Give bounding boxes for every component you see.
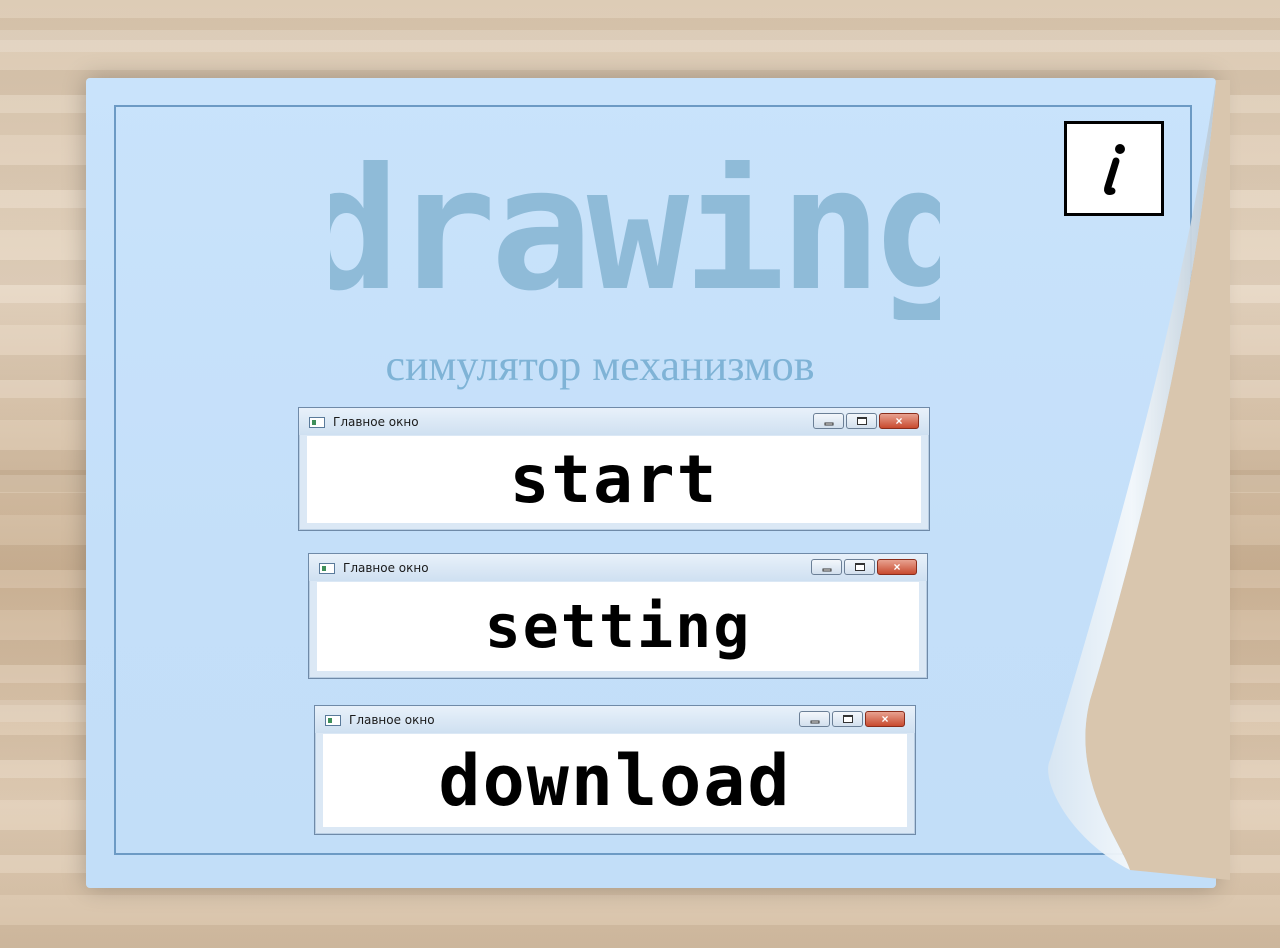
start-button[interactable]: Главное окно × start [298,407,930,531]
window-controls: × [813,413,919,429]
window-body[interactable]: download [323,734,907,827]
app-title-text: drawing [330,160,940,320]
maximize-button[interactable] [846,413,877,429]
window-app-icon [325,715,341,726]
maximize-button[interactable] [832,711,863,727]
maximize-button[interactable] [844,559,875,575]
maximize-icon [856,417,867,425]
download-button[interactable]: Главное окно × download [314,705,916,835]
minimize-icon [810,720,819,724]
setting-button[interactable]: Главное окно × setting [308,553,928,679]
maximize-icon [854,563,865,571]
window-app-icon [309,417,325,428]
window-body[interactable]: start [307,436,921,523]
close-button[interactable]: × [879,413,919,429]
download-label: download [438,739,792,822]
minimize-button[interactable] [811,559,842,575]
window-body[interactable]: setting [317,582,919,671]
window-title: Главное окно [333,415,419,429]
window-titlebar: Главное окно × [315,706,915,733]
app-title: drawing [330,160,940,320]
close-button[interactable]: × [865,711,905,727]
close-icon: × [881,712,889,726]
setting-label: setting [484,591,752,662]
minimize-icon [824,422,833,426]
start-label: start [509,441,719,518]
window-controls: × [811,559,917,575]
minimize-button[interactable] [799,711,830,727]
minimize-button[interactable] [813,413,844,429]
window-title: Главное окно [349,713,435,727]
close-icon: × [895,414,903,428]
window-app-icon [319,563,335,574]
close-button[interactable]: × [877,559,917,575]
window-title: Главное окно [343,561,429,575]
maximize-icon [842,715,853,723]
info-icon [1104,143,1125,195]
wood-streak [0,30,1280,52]
info-button[interactable] [1064,121,1164,216]
window-titlebar: Главное окно × [299,408,929,435]
minimize-icon [822,568,831,572]
window-controls: × [799,711,905,727]
window-titlebar: Главное окно × [309,554,927,581]
close-icon: × [893,560,901,574]
app-subtitle: симулятор механизмов [385,341,815,390]
